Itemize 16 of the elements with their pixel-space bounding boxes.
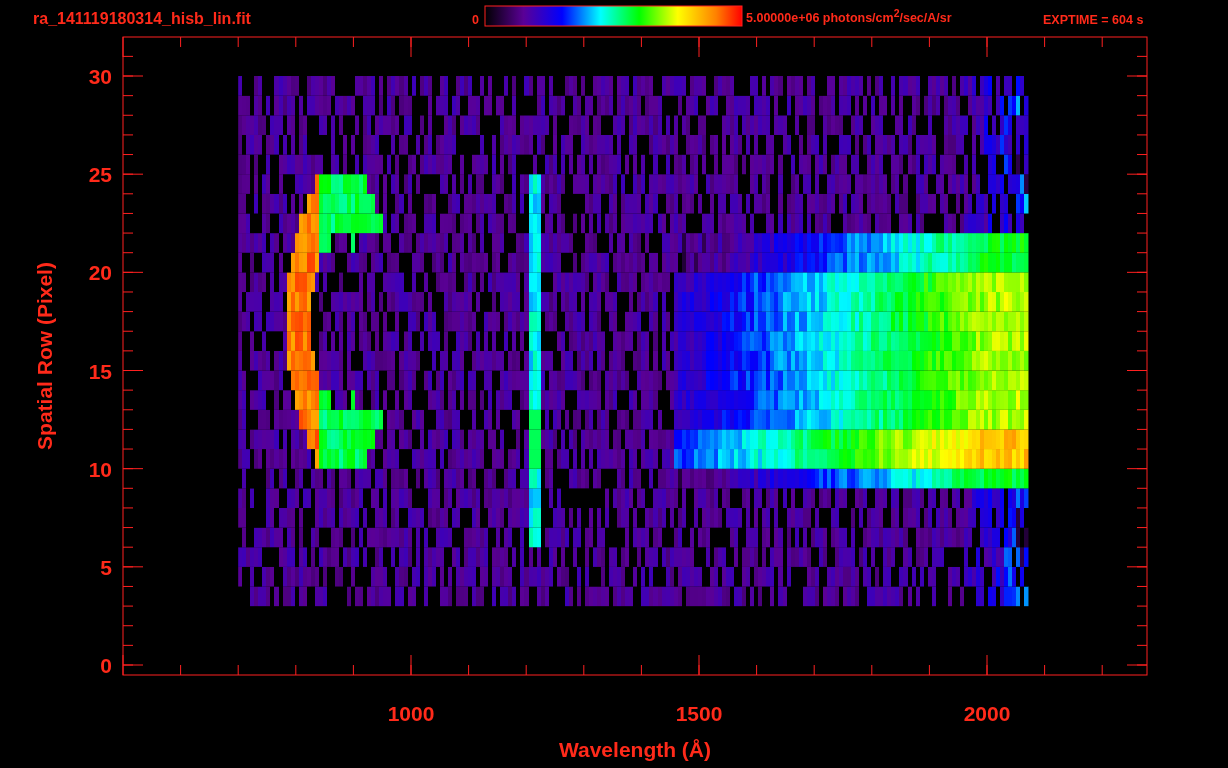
y-tick-label: 15 — [88, 359, 112, 383]
y-tick-label: 5 — [100, 555, 112, 579]
x-tick-label: 2000 — [963, 702, 1011, 725]
y-tick-label: 25 — [88, 163, 112, 187]
x-tick-label: 1000 — [387, 702, 435, 725]
y-axis-label: Spatial Row (Pixel) — [33, 262, 56, 450]
y-tick-label: 20 — [88, 261, 112, 285]
y-tick-label: 30 — [88, 65, 112, 88]
x-axis-label: Wavelength (Å) — [558, 738, 712, 761]
x-tick-label: 1500 — [675, 702, 723, 725]
exposure-time: EXPTIME = 604 s — [1043, 13, 1144, 27]
colorbar-min-label: 0 — [472, 13, 479, 27]
y-tick-label: 0 — [100, 654, 112, 677]
y-tick-label: 10 — [88, 457, 112, 481]
file-title: ra_141119180314_hisb_lin.fit — [33, 10, 251, 27]
colorbar-max-label: 5.00000e+06 photons/cm$^{2}$/sec/A/sr — [746, 8, 952, 26]
